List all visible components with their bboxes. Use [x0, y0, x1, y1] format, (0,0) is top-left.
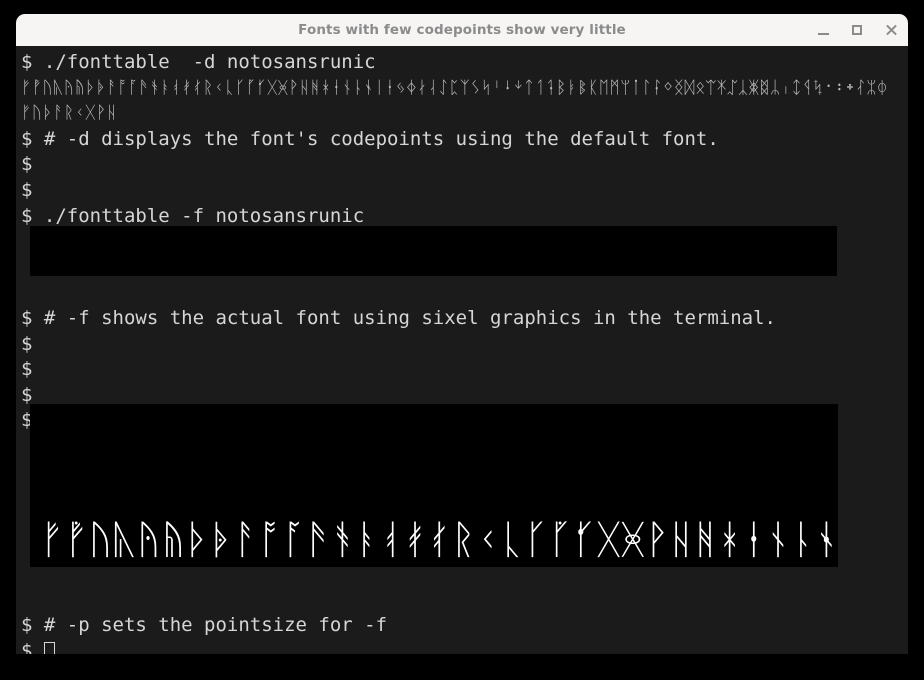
sixel-small-spacer-3 — [21, 280, 908, 306]
sixel-large-line-1: ᚠᚡᚢᚣᚤᚥᚦᚧᚨᚩᚪᚫᚬᚭᚮᚯᚰᚱᚲᚳᚴᚵᚶᚷᚸᚹᚺᚻᚼᚽᚾᚿᛀᛁᛂᛃ — [40, 517, 838, 563]
terminal-line-prompt-2: $ — [21, 178, 33, 201]
terminal-line-prompt-1: $ — [21, 153, 33, 176]
terminal-line-prompt-3: $ — [21, 332, 33, 355]
text-cursor[interactable] — [43, 641, 55, 654]
close-icon — [885, 24, 897, 36]
sixel-large-spacer-7 — [21, 587, 908, 613]
terminal-window: Fonts with few codepoints show very litt… — [0, 0, 924, 680]
minimize-button[interactable] — [806, 14, 840, 46]
terminal-line-runes-default-2: ᚠᚢᚦᚨᚱᚲᚷᚹᚺ — [21, 103, 118, 124]
maximize-icon — [852, 25, 862, 35]
maximize-button[interactable] — [840, 14, 874, 46]
terminal-area[interactable]: $ ./fonttable -d notosansrunic ᚠᚡᚢᚣᚤᚥᚦᚧᚨ… — [16, 46, 908, 654]
terminal-line-comment-3: $ # -p sets the pointsize for -f — [21, 614, 388, 637]
window-title: Fonts with few codepoints show very litt… — [298, 22, 626, 38]
sixel-image-small: ᚠᚡᚢᚣᚤᚥᚦᚧᚨᚩᚪᚫᚬᚭᚮᚯᚰᚱᚲᚳᚴᚵᚶᚷᚸᚹᚺᚻᚼᚽᚾᚿᛀᛁᛂᛃᛄᛅᛆᛇ… — [30, 226, 837, 276]
close-button[interactable] — [874, 14, 908, 46]
terminal-line-comment-1: $ # -d displays the font's codepoints us… — [21, 127, 719, 150]
terminal-line-comment-2: $ # -f shows the actual font using sixel… — [21, 306, 776, 329]
minimize-icon — [817, 33, 829, 35]
terminal-output: $ ./fonttable -d notosansrunic ᚠᚡᚢᚣᚤᚥᚦᚧᚨ… — [21, 50, 908, 654]
prompt-symbol: $ — [21, 639, 33, 654]
sixel-image-large: ᚠᚡᚢᚣᚤᚥᚦᚧᚨᚩᚪᚫᚬᚭᚮᚯᚰᚱᚲᚳᚴᚵᚶᚷᚸᚹᚺᚻᚼᚽᚾᚿᛀᛁᛂᛃ ᛄᛅᛆ… — [30, 404, 838, 567]
terminal-line-prompt-cursor: $ — [21, 639, 908, 654]
terminal-line-prompt-4: $ — [21, 358, 33, 381]
terminal-line-runes-default-1: ᚠᚡᚢᚣᚤᚥᚦᚧᚨᚩᚪᚫᚬᚭᚮᚯᚰᚱᚲᚳᚴᚵᚶᚷᚸᚹᚺᚻᚼᚽᚾᚿᛀᛁᛂᛃᛄᛅᛆᛇ… — [21, 77, 888, 98]
title-bar[interactable]: Fonts with few codepoints show very litt… — [16, 14, 908, 46]
terminal-line-command-1: $ ./fonttable -d notosansrunic — [21, 51, 376, 73]
